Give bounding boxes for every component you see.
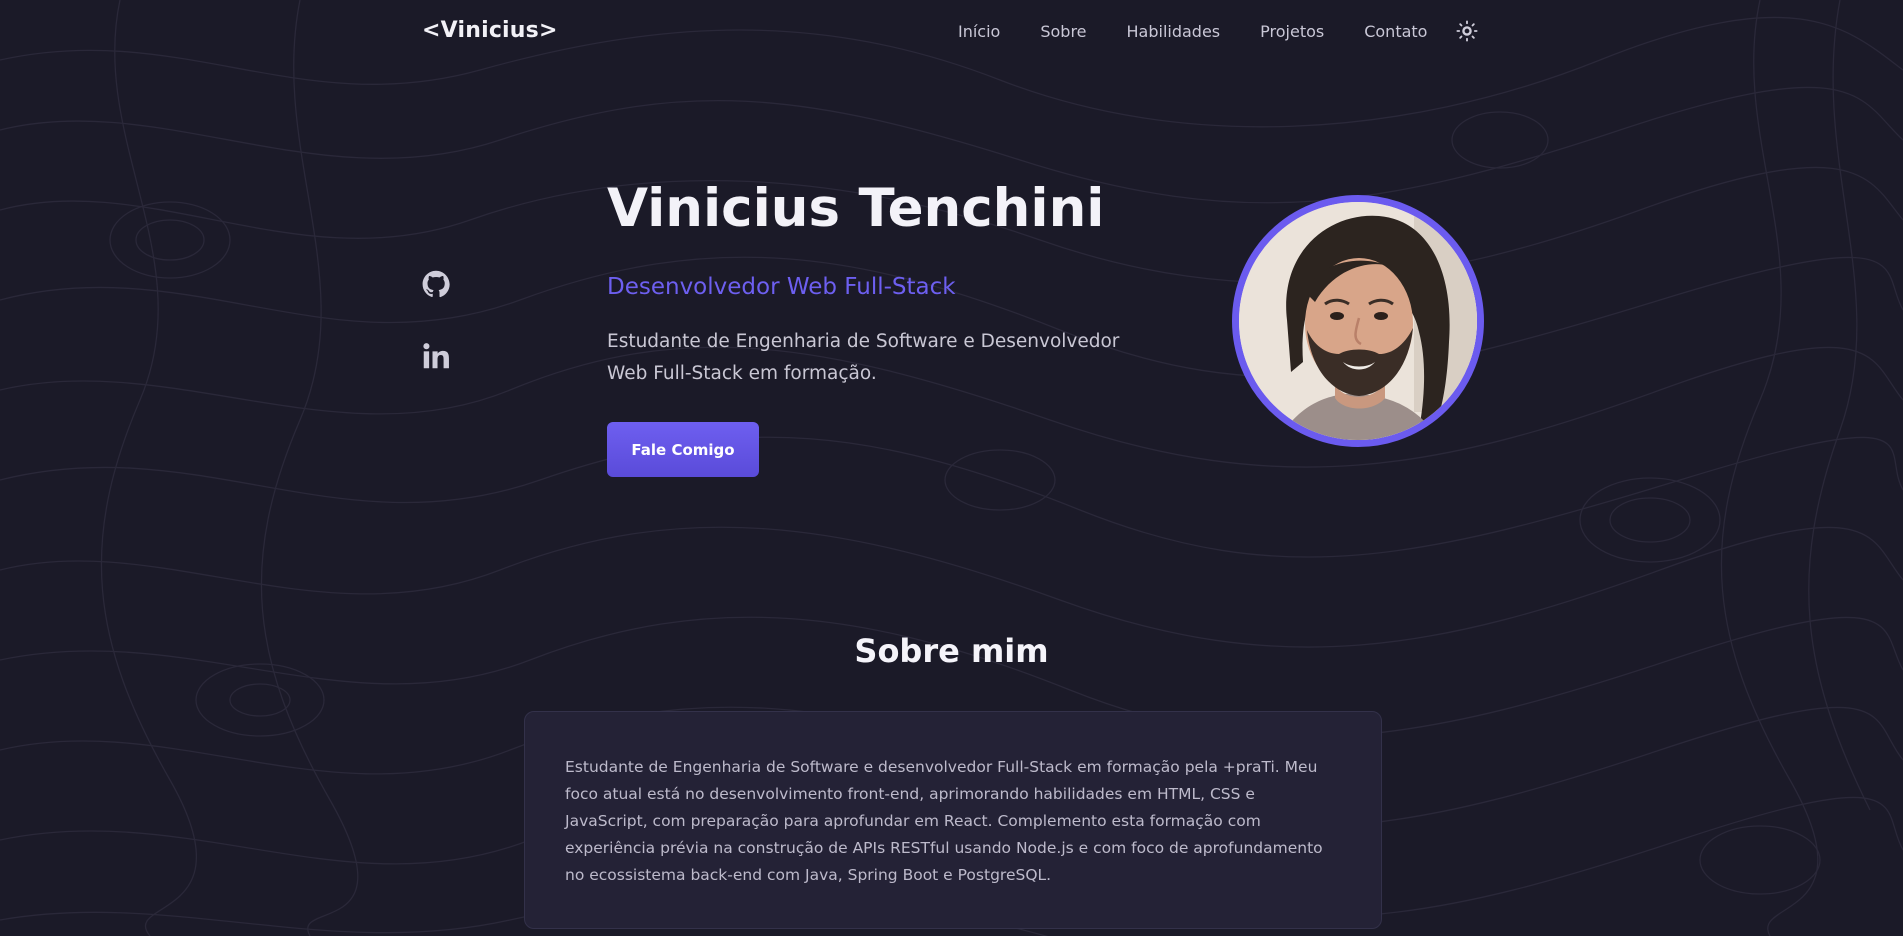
about-card: Estudante de Engenharia de Software e de… <box>524 711 1382 929</box>
portfolio-page: <Vinicius> Início Sobre Habilidades Proj… <box>0 0 1903 936</box>
github-icon[interactable] <box>422 270 450 298</box>
nav-link-sobre[interactable]: Sobre <box>1040 22 1086 41</box>
linkedin-icon[interactable] <box>422 342 450 370</box>
nav-link-contato[interactable]: Contato <box>1364 22 1427 41</box>
avatar <box>1232 195 1484 447</box>
nav-link-projetos[interactable]: Projetos <box>1260 22 1324 41</box>
sun-icon[interactable] <box>1456 20 1478 42</box>
hero-role: Desenvolvedor Web Full-Stack <box>607 274 956 300</box>
profile-photo <box>1239 202 1477 440</box>
hero-name: Vinicius Tenchini <box>607 178 1105 239</box>
main-nav: Início Sobre Habilidades Projetos Contat… <box>958 22 1467 41</box>
nav-link-inicio[interactable]: Início <box>958 22 1000 41</box>
about-section-title: Sobre mim <box>854 632 1049 670</box>
nav-link-habilidades[interactable]: Habilidades <box>1127 22 1221 41</box>
hero-description: Estudante de Engenharia de Software e De… <box>607 331 1120 384</box>
site-logo[interactable]: <Vinicius> <box>422 18 558 43</box>
about-text: Estudante de Engenharia de Software e de… <box>565 758 1323 884</box>
contact-me-button[interactable]: Fale Comigo <box>607 422 759 477</box>
